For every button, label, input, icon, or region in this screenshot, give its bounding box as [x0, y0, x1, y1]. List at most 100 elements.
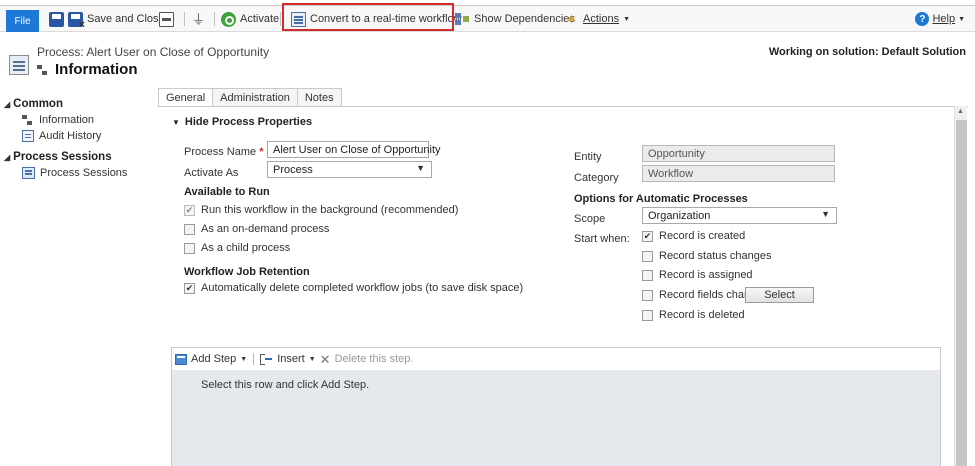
print-button[interactable]: [159, 6, 174, 32]
record-created-checkbox[interactable]: ✔ Record is created: [642, 230, 745, 242]
process-name-label: Process Name *: [184, 146, 263, 158]
checkbox-icon: [642, 309, 653, 321]
steps-toolbar: Add Step ▼ Insert ▼ ✕ Delete this step.: [172, 348, 940, 370]
save-icon: [49, 11, 64, 27]
record-assigned-checkbox[interactable]: Record is assigned: [642, 269, 753, 281]
paperclip-icon: ⏚: [191, 11, 205, 27]
save-button[interactable]: [49, 6, 64, 32]
on-demand-checkbox[interactable]: As an on-demand process: [184, 223, 329, 235]
chevron-down-icon: ▼: [240, 355, 248, 363]
entity-label: Entity: [574, 151, 602, 163]
tab-notes[interactable]: Notes: [296, 88, 342, 106]
insert-button[interactable]: Insert: [277, 353, 305, 365]
dropdown-arrow-icon: ▼: [821, 209, 830, 219]
information-icon: [22, 114, 34, 126]
select-fields-button[interactable]: Select: [745, 287, 814, 303]
checkbox-checked-icon: ✔: [642, 230, 653, 242]
delete-icon: ✕: [319, 351, 331, 367]
checkbox-label: Run this workflow in the background (rec…: [201, 204, 459, 216]
chevron-down-icon: ▼: [958, 15, 965, 23]
activate-button[interactable]: Activate: [221, 6, 279, 32]
record-deleted-checkbox[interactable]: Record is deleted: [642, 309, 745, 321]
delete-step-button[interactable]: Delete this step.: [335, 353, 414, 365]
job-retention-heading: Workflow Job Retention: [184, 266, 310, 278]
section-title: Hide Process Properties: [184, 116, 313, 128]
form-tabs: General Administration Notes: [158, 88, 342, 107]
page-title: Information: [55, 61, 138, 78]
step-row-hint[interactable]: Select this row and click Add Step.: [201, 379, 369, 391]
category-label: Category: [574, 172, 619, 184]
process-icon: [9, 55, 29, 75]
checkbox-checked-icon: ✔: [184, 204, 195, 216]
activate-icon: [221, 11, 236, 27]
toolbar-separator: [253, 353, 255, 365]
checkbox-label: As an on-demand process: [201, 223, 330, 235]
checkbox-label: Automatically delete completed workflow …: [201, 282, 524, 294]
ribbon-separator: [184, 12, 185, 26]
save-and-close-button[interactable]: Save and Close: [68, 6, 165, 32]
tab-administration[interactable]: Administration: [212, 88, 298, 106]
nav-item-process-sessions[interactable]: Process Sessions: [4, 165, 154, 181]
dependencies-icon: [455, 12, 470, 27]
save-and-close-icon: [68, 11, 85, 31]
page-subtitle: Process: Alert User on Close of Opportun…: [37, 45, 270, 59]
child-process-checkbox[interactable]: As a child process: [184, 242, 290, 254]
nav-item-audit-history[interactable]: Audit History: [4, 128, 154, 144]
run-background-checkbox[interactable]: ✔ Run this workflow in the background (r…: [184, 204, 458, 216]
actions-menu-button[interactable]: ✶ Actions ▼: [564, 6, 630, 32]
checkbox-label: As a child process: [201, 242, 291, 254]
print-icon: [159, 11, 174, 27]
nav-item-label: Process Sessions: [40, 167, 128, 179]
tab-divider: [158, 106, 968, 107]
process-name-label-text: Process Name: [184, 146, 257, 158]
process-sessions-icon: [22, 167, 35, 179]
nav-item-label: Audit History: [39, 130, 102, 142]
help-label: Help: [932, 13, 956, 25]
chevron-down-icon: ▼: [172, 117, 180, 127]
scope-select[interactable]: Organization ▼: [642, 207, 837, 224]
highlight-box: [282, 3, 454, 31]
activate-as-label: Activate As: [184, 167, 239, 179]
auto-delete-checkbox[interactable]: ✔ Automatically delete completed workflo…: [184, 282, 523, 294]
checkbox-label: Record is deleted: [659, 309, 745, 321]
actions-label: Actions: [583, 13, 620, 25]
nav-group-label: Process Sessions: [13, 151, 112, 163]
activate-as-value: Process: [273, 163, 313, 176]
record-status-checkbox[interactable]: Record status changes: [642, 250, 772, 262]
collapse-icon: ◢: [4, 99, 11, 109]
required-mark: *: [259, 146, 264, 158]
tab-general[interactable]: General: [158, 88, 214, 107]
checkbox-icon: [184, 223, 195, 235]
checkbox-label: Record status changes: [659, 250, 772, 262]
chevron-down-icon: ▼: [623, 15, 631, 23]
left-navigation: ◢ Common Information Audit History ◢ Pro…: [4, 96, 154, 181]
scroll-up-icon[interactable]: ▲: [957, 108, 964, 115]
activate-as-select[interactable]: Process ▼: [267, 161, 432, 178]
help-icon: ?: [915, 12, 930, 26]
checkbox-label: Record is created: [659, 230, 746, 242]
save-and-close-label: Save and Close: [87, 13, 165, 25]
information-icon: [37, 64, 49, 76]
nav-group-common[interactable]: ◢ Common: [4, 96, 154, 112]
scope-value: Organization: [648, 209, 711, 222]
checkbox-icon: [184, 242, 195, 254]
file-button[interactable]: File: [6, 10, 39, 32]
collapse-icon: ◢: [4, 152, 11, 162]
scrollbar-thumb[interactable]: [956, 120, 967, 466]
entity-field: Opportunity: [642, 145, 835, 162]
nav-group-process-sessions[interactable]: ◢ Process Sessions: [4, 149, 154, 165]
nav-item-information[interactable]: Information: [4, 112, 154, 128]
audit-history-icon: [22, 130, 34, 142]
activate-label: Activate: [240, 13, 280, 25]
show-dependencies-button[interactable]: Show Dependencies: [455, 6, 575, 32]
workflow-steps-panel: Add Step ▼ Insert ▼ ✕ Delete this step. …: [171, 347, 941, 466]
process-name-field[interactable]: Alert User on Close of Opportunity: [267, 141, 441, 158]
vertical-scrollbar[interactable]: ▲: [954, 106, 967, 466]
help-button[interactable]: ? Help ▼: [915, 6, 965, 32]
section-toggle[interactable]: ▼ Hide Process Properties: [172, 116, 312, 128]
scope-label: Scope: [574, 213, 606, 225]
chevron-down-icon: ▼: [308, 355, 316, 363]
show-dependencies-label: Show Dependencies: [474, 13, 575, 25]
add-step-button[interactable]: Add Step: [191, 353, 236, 365]
attach-button[interactable]: ⏚: [191, 6, 206, 32]
